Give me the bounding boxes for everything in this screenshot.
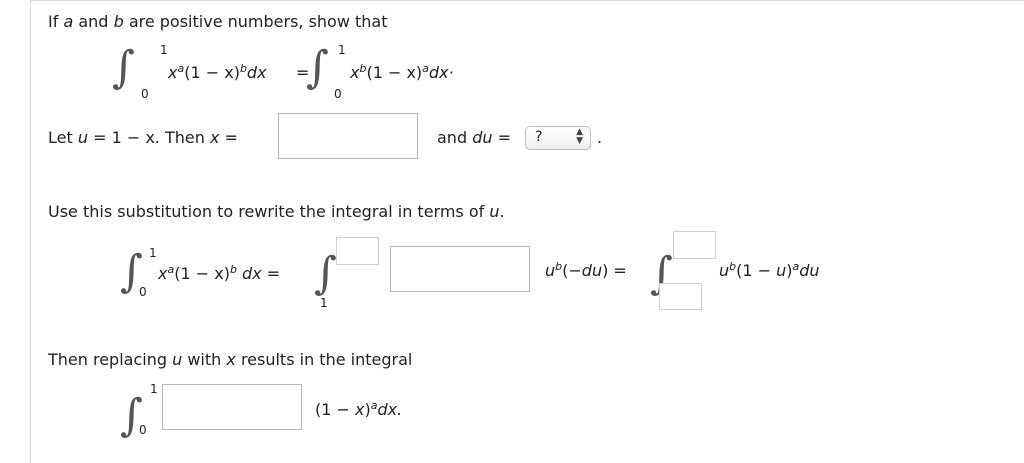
x-answer-input[interactable] (278, 113, 418, 159)
lower-limit: 0 (139, 423, 147, 437)
let-substitution-text: Let u = 1 − x. Then x = (48, 128, 238, 147)
final-answer-input[interactable] (162, 384, 302, 430)
instruction-text: Use this substitution to rewrite the int… (48, 202, 505, 221)
du-select-value: ? (535, 129, 543, 145)
period: . (597, 128, 603, 147)
du-label: and du = (437, 128, 511, 147)
rewrite-u-integrand: ub(1 − u)adu (719, 260, 820, 280)
upper-limit: 1 (160, 43, 168, 57)
updown-arrows-icon: ▲ ▼ (576, 127, 583, 146)
lower-limit: 1 (320, 296, 328, 310)
upper-limit: 1 (338, 43, 346, 57)
upper-limit-input[interactable] (336, 237, 379, 265)
rewrite-left-integrand: xa(1 − x)b dx = (158, 263, 281, 283)
lower-limit: 0 (334, 87, 342, 101)
upper-limit: 1 (149, 246, 157, 260)
identity-right-integrand: xb(1 − x)adx· (350, 62, 454, 82)
integral-sign: ∫ (306, 42, 329, 93)
identity-left-integrand: xa(1 − x)bdx (168, 62, 267, 82)
prompt-text: If a and b are positive numbers, show th… (48, 12, 388, 31)
rewrite-du-expression: ub(−du) = (545, 260, 627, 280)
integral-sign: ∫ (112, 42, 135, 93)
final-integrand: (1 − x)adx. (315, 399, 403, 419)
upper-limit: 1 (150, 382, 158, 396)
lower-limit: 0 (139, 285, 147, 299)
lower-limit: 0 (141, 87, 149, 101)
upper-limit-input-2[interactable] (673, 231, 716, 259)
integrand-answer-input[interactable] (390, 246, 530, 292)
lower-limit-input-2[interactable] (659, 283, 702, 310)
du-select[interactable]: ? ▲ ▼ (525, 126, 591, 150)
integral-sign: ∫ (314, 248, 337, 299)
replace-text: Then replacing u with x results in the i… (48, 350, 413, 369)
